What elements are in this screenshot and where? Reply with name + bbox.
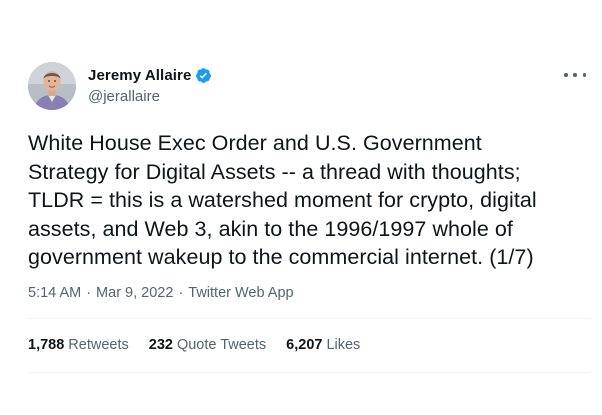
verified-badge-icon <box>195 67 212 84</box>
quote-tweets-count: 232 <box>148 337 173 353</box>
retweets-count: 1,788 <box>28 337 65 353</box>
retweets-label: Retweets <box>68 337 129 353</box>
avatar[interactable] <box>28 62 76 110</box>
likes-count: 6,207 <box>286 337 323 353</box>
tweet-stats: 1,788 Retweets 232 Quote Tweets 6,207 Li… <box>28 337 380 353</box>
more-dot <box>573 73 577 77</box>
more-horizontal-icon[interactable] <box>564 68 586 82</box>
author-display-name[interactable]: Jeremy Allaire <box>88 67 191 84</box>
tweet-text-line: TLDR = this is a watershed moment for cr… <box>28 188 537 212</box>
likes-label: Likes <box>326 337 361 353</box>
retweets-stat[interactable]: 1,788 Retweets <box>28 337 129 353</box>
more-dot <box>564 73 568 77</box>
tweet-time[interactable]: 5:14 AM <box>28 285 81 301</box>
author-name-row[interactable]: Jeremy Allaire <box>88 67 212 84</box>
tweet-text-line: Strategy for Digital Assets -- a thread … <box>28 159 521 184</box>
meta-separator: · <box>178 285 184 301</box>
meta-separator: · <box>86 285 92 301</box>
likes-stat[interactable]: 6,207 Likes <box>286 337 360 353</box>
tweet-text-line: White House Exec Order and U.S. Governme… <box>28 131 482 155</box>
tweet-text-line: assets, and Web 3, akin to the 1996/1997… <box>28 216 513 241</box>
tweet-card: Jeremy Allaire @jerallaire White House E… <box>0 0 602 415</box>
quote-tweets-stat[interactable]: 232 Quote Tweets <box>149 337 266 353</box>
tweet-metadata: 5:14 AM · Mar 9, 2022 · Twitter Web App <box>28 285 294 301</box>
more-dot <box>582 73 586 77</box>
author-handle[interactable]: @jerallaire <box>88 88 160 105</box>
tweet-text-line: government wakeup to the commercial inte… <box>28 245 534 269</box>
divider <box>28 372 590 373</box>
divider <box>28 318 590 319</box>
tweet-date[interactable]: Mar 9, 2022 <box>96 285 173 301</box>
tweet-source[interactable]: Twitter Web App <box>188 285 293 301</box>
avatar-image <box>28 62 76 110</box>
tweet-text: White House Exec Order and U.S. Governme… <box>28 129 588 272</box>
quote-tweets-label: Quote Tweets <box>176 337 267 353</box>
